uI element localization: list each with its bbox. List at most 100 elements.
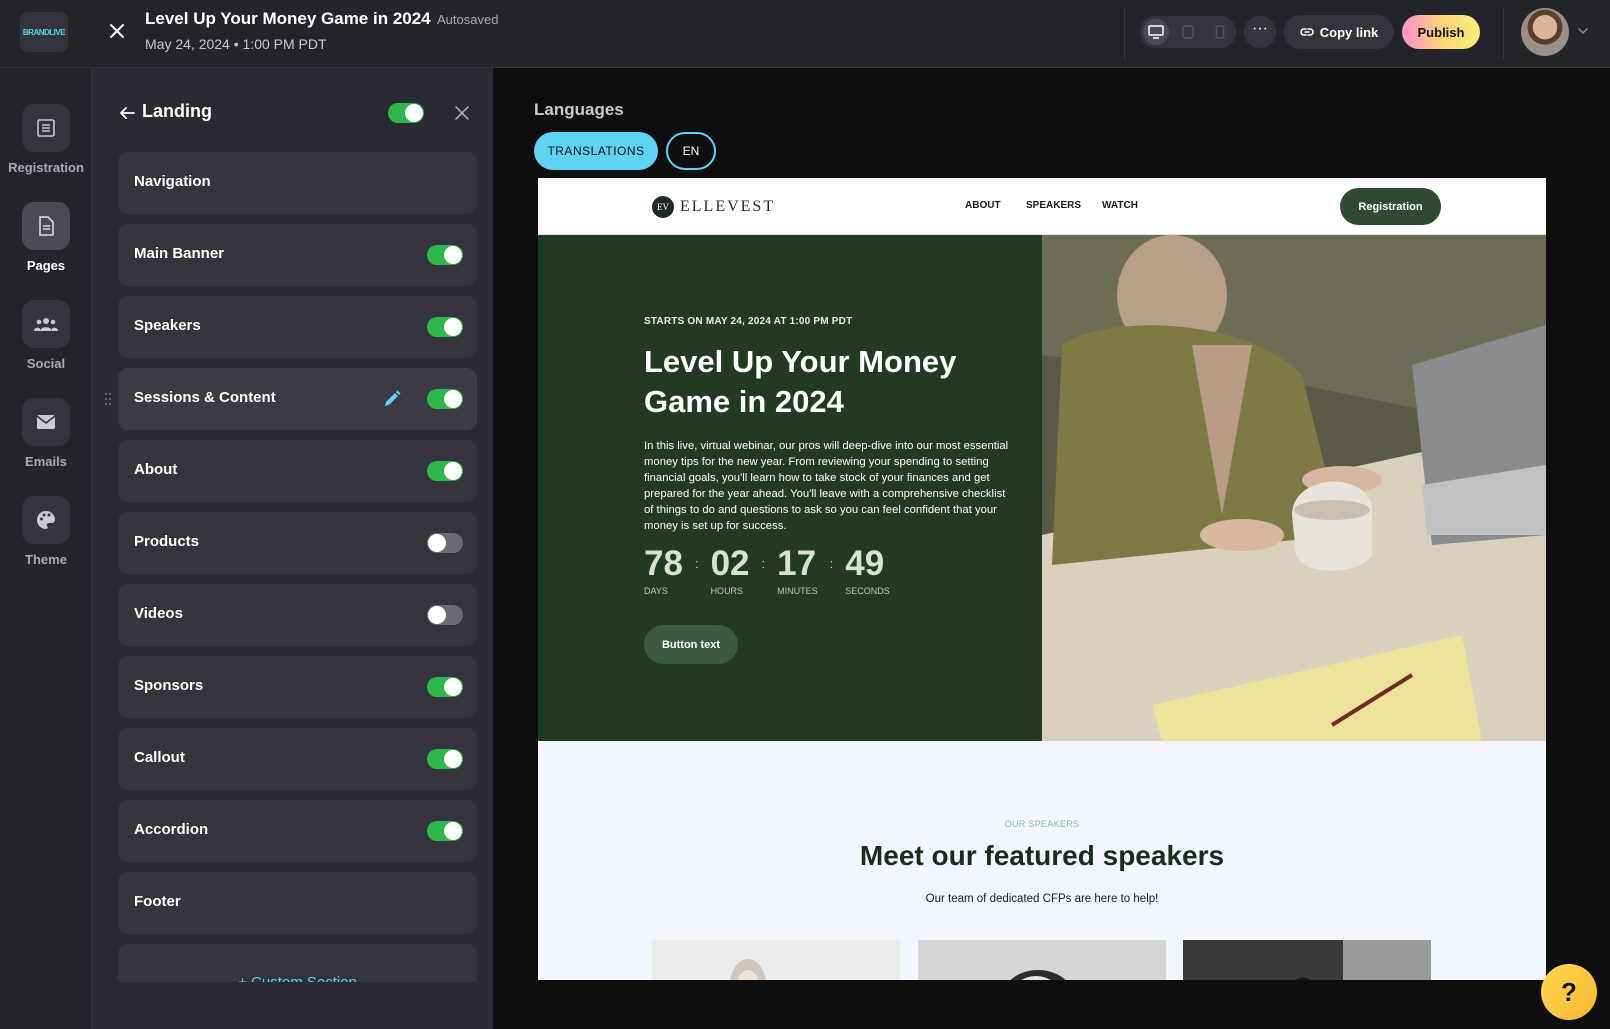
event-date: May 24, 2024 • 1:00 PM PDT <box>145 36 327 52</box>
logo-text: ELLEVEST <box>680 198 776 215</box>
countdown-value: 49 <box>845 544 885 583</box>
speaker-card[interactable] <box>918 940 1166 980</box>
section-label: Main Banner <box>134 245 225 262</box>
section-row-products[interactable]: Products <box>118 512 477 574</box>
toggle-knob <box>444 678 462 696</box>
section-row-footer[interactable]: Footer <box>118 872 477 934</box>
drag-handle-icon[interactable] <box>104 392 112 406</box>
rail-label: Social <box>26 356 66 371</box>
section-label: About <box>134 461 178 478</box>
section-row-main-banner[interactable]: Main Banner <box>118 224 477 286</box>
countdown-value: 78 <box>644 544 683 583</box>
hero-cta-button[interactable]: Button text <box>644 625 738 664</box>
registration-button[interactable]: Registration <box>1340 188 1441 225</box>
section-row-sponsors[interactable]: Sponsors <box>118 656 477 718</box>
countdown-minutes: 17 MINUTES <box>777 546 818 597</box>
nav-link-about[interactable]: ABOUT <box>965 200 1001 211</box>
preview-navbar: EV ELLEVEST ABOUT SPEAKERS WATCH Registr… <box>538 178 1546 235</box>
logo-mark: EV <box>652 196 674 218</box>
desktop-preview-button[interactable] <box>1143 19 1169 45</box>
close-icon[interactable] <box>454 105 470 121</box>
toggle-knob <box>444 390 462 408</box>
chevron-down-icon[interactable] <box>1576 24 1590 38</box>
rail-item-pages[interactable]: Pages <box>0 202 92 273</box>
section-label: Speakers <box>134 317 201 334</box>
speakers-subheading: Our team of dedicated CFPs are here to h… <box>925 893 1159 905</box>
panel-title: Landing <box>142 101 212 121</box>
language-en-button[interactable]: EN <box>666 132 716 170</box>
nav-link-watch[interactable]: WATCH <box>1102 200 1138 211</box>
page-enabled-toggle[interactable] <box>388 103 424 123</box>
section-row-about[interactable]: About <box>118 440 477 502</box>
pencil-icon[interactable] <box>382 389 402 409</box>
rail-icon-box <box>22 496 70 544</box>
speakers-eyebrow: OUR SPEAKERS <box>1004 819 1080 829</box>
section-toggle[interactable] <box>427 605 463 625</box>
section-toggle[interactable] <box>427 821 463 841</box>
ellevest-logo[interactable]: EV ELLEVEST <box>652 196 775 218</box>
avatar[interactable] <box>1521 8 1569 56</box>
section-row-accordion[interactable]: Accordion <box>118 800 477 862</box>
countdown-hours: 02 HOURS <box>711 546 750 597</box>
section-toggle[interactable] <box>427 677 463 697</box>
hero-photo-illustration <box>1042 235 1546 741</box>
section-toggle[interactable] <box>427 389 463 409</box>
rail-item-social[interactable]: Social <box>0 300 92 371</box>
toggle-knob <box>444 246 462 264</box>
countdown-days: 78 DAYS <box>644 544 683 597</box>
arrow-left-icon[interactable] <box>118 104 136 122</box>
countdown-timer: 78 DAYS : 02 HOURS : 17 MINUTES : 49 SECONDS <box>644 544 890 597</box>
left-navigation-rail: Registration Pages Social Emails Theme <box>0 68 92 1029</box>
nav-link-speakers[interactable]: SPEAKERS <box>1026 200 1081 211</box>
section-row-speakers[interactable]: Speakers <box>118 296 477 358</box>
toggle-knob <box>444 750 462 768</box>
section-toggle[interactable] <box>427 245 463 265</box>
people-icon <box>34 318 58 331</box>
mobile-preview-button[interactable] <box>1207 19 1233 45</box>
rail-icon-box <box>22 398 70 446</box>
section-row-navigation[interactable]: Navigation <box>118 152 477 214</box>
more-options-button[interactable]: ··· <box>1244 16 1276 48</box>
countdown-separator: : <box>694 556 699 571</box>
rail-item-emails[interactable]: Emails <box>0 398 92 469</box>
help-button[interactable]: ? <box>1541 964 1597 1020</box>
toggle-knob <box>428 534 446 552</box>
countdown-unit: MINUTES <box>777 586 818 596</box>
landing-page-preview: EV ELLEVEST ABOUT SPEAKERS WATCH Registr… <box>538 178 1546 980</box>
section-label: Callout <box>134 749 185 766</box>
speaker-card[interactable] <box>1183 940 1431 980</box>
languages-title: Languages <box>534 100 624 119</box>
section-toggle[interactable] <box>427 461 463 481</box>
rail-label: Registration <box>8 160 84 175</box>
toggle-knob <box>444 318 462 336</box>
link-icon <box>1300 28 1314 36</box>
app-logo[interactable]: BRANDLIVE <box>20 12 68 52</box>
translations-button[interactable]: TRANSLATIONS <box>534 132 658 170</box>
list-icon <box>37 119 55 137</box>
copy-link-button[interactable]: Copy link <box>1284 15 1394 49</box>
toggle-knob <box>428 606 446 624</box>
sections-panel: Landing Navigation Main Banner Speakers … <box>92 68 493 1029</box>
section-toggle[interactable] <box>427 533 463 553</box>
section-label: Sessions & Content <box>134 389 276 406</box>
tablet-preview-button[interactable] <box>1175 19 1201 45</box>
copy-link-label: Copy link <box>1319 24 1379 40</box>
section-toggle[interactable] <box>427 317 463 337</box>
section-list: Navigation Main Banner Speakers Sessions… <box>118 152 477 982</box>
rail-item-theme[interactable]: Theme <box>0 496 92 567</box>
countdown-separator: : <box>829 556 834 571</box>
speaker-card[interactable] <box>652 940 900 980</box>
desktop-icon <box>1148 25 1164 39</box>
section-toggle[interactable] <box>427 749 463 769</box>
section-row-callout[interactable]: Callout <box>118 728 477 790</box>
section-label: Sponsors <box>134 677 204 694</box>
section-row-videos[interactable]: Videos <box>118 584 477 646</box>
section-row-sessions-content[interactable]: Sessions & Content <box>118 368 477 430</box>
speaker-photo <box>652 940 900 980</box>
publish-button[interactable]: Publish <box>1402 15 1480 49</box>
rail-item-registration[interactable]: Registration <box>0 104 92 175</box>
add-custom-section-button[interactable]: + Custom Section <box>118 944 477 982</box>
section-label: Footer <box>134 893 181 910</box>
close-icon[interactable] <box>106 20 128 42</box>
section-label: Accordion <box>134 821 209 838</box>
